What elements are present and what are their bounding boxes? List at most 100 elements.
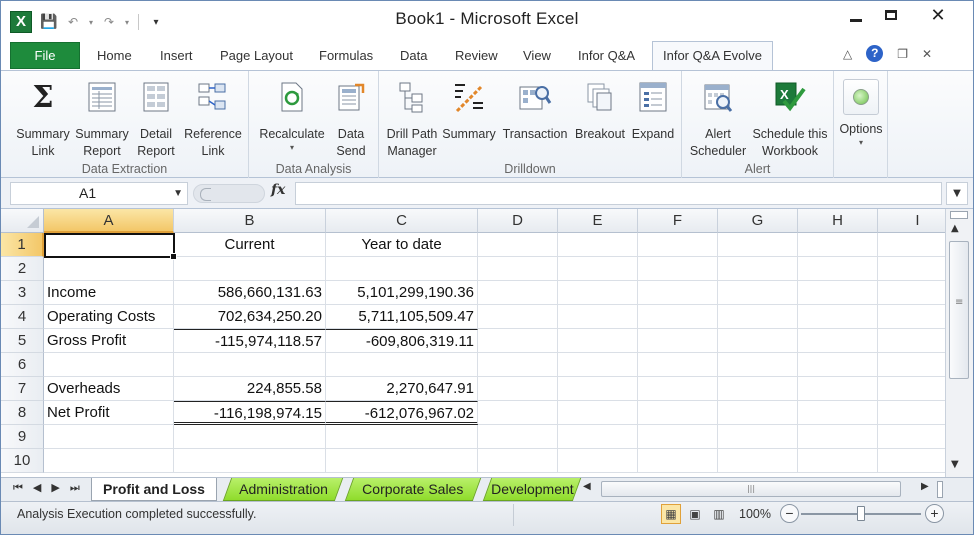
cell-f9[interactable] xyxy=(638,425,718,449)
cell-e8[interactable] xyxy=(558,401,638,425)
cell-f3[interactable] xyxy=(638,281,718,305)
cell-c9[interactable] xyxy=(326,425,478,449)
split-box-icon[interactable] xyxy=(950,211,968,219)
reference-link-button[interactable]: Reference Link xyxy=(181,77,245,160)
prev-sheet-icon[interactable]: ◀ xyxy=(33,481,41,495)
row-header-3[interactable]: 3 xyxy=(1,281,44,305)
schedule-workbook-button[interactable]: X Schedule this Workbook xyxy=(748,77,832,160)
expand-formula-bar-icon[interactable]: ▼ xyxy=(946,182,968,205)
cell-a10[interactable] xyxy=(44,449,174,473)
recalculate-button[interactable]: Recalculate ▾ xyxy=(255,77,329,153)
cell-f1[interactable] xyxy=(638,233,718,257)
tab-page-layout[interactable]: Page Layout xyxy=(220,45,293,69)
cell-e4[interactable] xyxy=(558,305,638,329)
cell-i4[interactable] xyxy=(878,305,945,329)
cell-c8[interactable]: -612,076,967.02 xyxy=(326,401,478,425)
row-header-1[interactable]: 1 xyxy=(1,233,44,257)
column-header-i[interactable]: I xyxy=(878,209,945,233)
name-box-dropdown-icon[interactable]: ▼ xyxy=(173,183,183,204)
cell-f8[interactable] xyxy=(638,401,718,425)
cell-h8[interactable] xyxy=(798,401,878,425)
cell-f5[interactable] xyxy=(638,329,718,353)
cell-h3[interactable] xyxy=(798,281,878,305)
column-header-b[interactable]: B xyxy=(174,209,326,233)
breakout-button[interactable]: Breakout xyxy=(571,77,629,143)
cell-h6[interactable] xyxy=(798,353,878,377)
cell-c6[interactable] xyxy=(326,353,478,377)
vertical-scroll-thumb[interactable] xyxy=(949,241,969,379)
cell-f7[interactable] xyxy=(638,377,718,401)
cell-i9[interactable] xyxy=(878,425,945,449)
column-header-g[interactable]: G xyxy=(718,209,798,233)
cell-c5[interactable]: -609,806,319.11 xyxy=(326,329,478,353)
cell-d8[interactable] xyxy=(478,401,558,425)
row-header-5[interactable]: 5 xyxy=(1,329,44,353)
cell-g6[interactable] xyxy=(718,353,798,377)
tab-insert[interactable]: Insert xyxy=(160,45,193,69)
cell-a5[interactable]: Gross Profit xyxy=(44,329,174,353)
options-button[interactable]: Options ▾ xyxy=(836,77,886,148)
cell-e6[interactable] xyxy=(558,353,638,377)
cell-b7[interactable]: 224,855.58 xyxy=(174,377,326,401)
close-workbook-icon[interactable]: ✕ xyxy=(922,47,932,61)
tab-review[interactable]: Review xyxy=(455,45,498,69)
first-sheet-icon[interactable]: ⏮ xyxy=(13,481,23,495)
cell-d10[interactable] xyxy=(478,449,558,473)
row-header-6[interactable]: 6 xyxy=(1,353,44,377)
help-icon[interactable]: ? xyxy=(866,45,884,62)
cell-a4[interactable]: Operating Costs xyxy=(44,305,174,329)
cell-c7[interactable]: 2,270,647.91 xyxy=(326,377,478,401)
scroll-up-icon[interactable]: ▲ xyxy=(951,223,959,234)
cell-f10[interactable] xyxy=(638,449,718,473)
cell-a2[interactable] xyxy=(44,257,174,281)
close-button[interactable]: ✕ xyxy=(909,1,967,29)
cell-e7[interactable] xyxy=(558,377,638,401)
cell-b1[interactable]: Current xyxy=(174,233,326,257)
horizontal-scrollbar[interactable]: ◀ ||| ▶ xyxy=(581,481,943,498)
cell-b9[interactable] xyxy=(174,425,326,449)
tab-formulas[interactable]: Formulas xyxy=(319,45,373,69)
cell-d5[interactable] xyxy=(478,329,558,353)
cell-i5[interactable] xyxy=(878,329,945,353)
maximize-button[interactable] xyxy=(874,1,908,29)
cell-c4[interactable]: 5,711,105,509.47 xyxy=(326,305,478,329)
row-header-4[interactable]: 4 xyxy=(1,305,44,329)
cell-i8[interactable] xyxy=(878,401,945,425)
cell-h7[interactable] xyxy=(798,377,878,401)
sheet-tab-profit-and-loss[interactable]: Profit and Loss xyxy=(91,478,217,501)
cell-c2[interactable] xyxy=(326,257,478,281)
scroll-down-icon[interactable]: ▼ xyxy=(951,459,959,470)
cell-g5[interactable] xyxy=(718,329,798,353)
cell-a8[interactable]: Net Profit xyxy=(44,401,174,425)
cell-i2[interactable] xyxy=(878,257,945,281)
cell-g2[interactable] xyxy=(718,257,798,281)
cell-a3[interactable]: Income xyxy=(44,281,174,305)
transaction-button[interactable]: Transaction xyxy=(499,77,571,143)
horizontal-split-box-icon[interactable] xyxy=(937,481,943,498)
restore-workbook-icon[interactable]: ❐ xyxy=(897,47,908,61)
cell-i1[interactable] xyxy=(878,233,945,257)
cell-d1[interactable] xyxy=(478,233,558,257)
cell-g7[interactable] xyxy=(718,377,798,401)
cell-h9[interactable] xyxy=(798,425,878,449)
data-send-button[interactable]: Data Send xyxy=(331,77,371,160)
normal-view-icon[interactable]: ▦ xyxy=(661,504,681,524)
cell-d2[interactable] xyxy=(478,257,558,281)
summary-report-button[interactable]: Summary Report xyxy=(72,77,132,160)
page-break-preview-icon[interactable]: ▥ xyxy=(709,504,729,524)
cell-f6[interactable] xyxy=(638,353,718,377)
cell-b5[interactable]: -115,974,118.57 xyxy=(174,329,326,353)
cell-i6[interactable] xyxy=(878,353,945,377)
cell-d3[interactable] xyxy=(478,281,558,305)
expand-button[interactable]: Expand xyxy=(629,77,677,143)
zoom-in-icon[interactable]: + xyxy=(925,504,944,523)
cell-h10[interactable] xyxy=(798,449,878,473)
name-box[interactable]: A1 ▼ xyxy=(10,182,188,205)
cell-a6[interactable] xyxy=(44,353,174,377)
minimize-button[interactable] xyxy=(839,1,873,29)
minimize-ribbon-icon[interactable]: △ xyxy=(843,47,852,61)
cell-e1[interactable] xyxy=(558,233,638,257)
cell-b8[interactable]: -116,198,974.15 xyxy=(174,401,326,425)
cell-g8[interactable] xyxy=(718,401,798,425)
cell-d9[interactable] xyxy=(478,425,558,449)
